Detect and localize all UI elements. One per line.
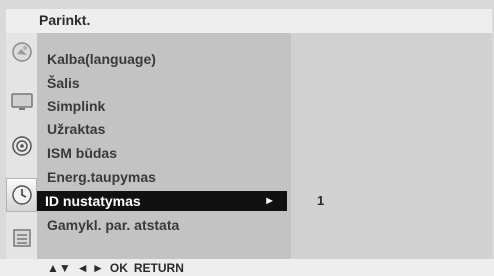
left-right-arrows-icon: ◄ ► <box>76 261 104 275</box>
return-hint: RETURN <box>133 261 184 275</box>
menu-item-lock[interactable]: Užraktas <box>46 119 285 139</box>
title-bar: Parinkt. <box>6 9 492 33</box>
menu-item-power-saving[interactable]: Energ.taupymas <box>46 167 285 187</box>
picture-icon[interactable] <box>8 39 35 65</box>
submenu-arrow-icon: ► <box>264 195 275 207</box>
menu-item-country[interactable]: Šalis <box>46 73 285 93</box>
audio-disc-icon[interactable] <box>8 133 35 159</box>
navigation-hint-bar: ▲▼ ◄ ► OK RETURN <box>0 259 494 276</box>
value-panel: 1 <box>291 33 492 259</box>
menu-item-simplink[interactable]: Simplink <box>46 96 285 116</box>
ok-hint: OK <box>109 261 128 275</box>
menu-item-label: Simplink <box>47 98 106 114</box>
option-menu-list: Kalba(language) Šalis Simplink Užraktas … <box>37 33 291 259</box>
menu-item-language[interactable]: Kalba(language) <box>46 49 285 69</box>
menu-item-label: Užraktas <box>47 121 106 137</box>
menu-title: Parinkt. <box>39 12 91 28</box>
clock-icon[interactable] <box>6 178 37 212</box>
tv-screen-icon[interactable] <box>8 89 35 115</box>
menu-item-label: Kalba(language) <box>47 51 156 67</box>
category-icon-column <box>6 33 37 259</box>
menu-item-label: Šalis <box>47 75 80 91</box>
menu-item-factory-reset[interactable]: Gamykl. par. atstata <box>46 215 285 235</box>
menu-item-label: ID nustatymas <box>45 193 141 209</box>
menu-item-label: ISM būdas <box>47 145 118 161</box>
up-down-arrows-icon: ▲▼ <box>47 261 71 275</box>
menu-item-label: Gamykl. par. atstata <box>47 217 180 233</box>
menu-item-ism-mode[interactable]: ISM būdas <box>46 143 285 163</box>
menu-item-set-id-selected[interactable]: ID nustatymas ► <box>37 191 287 211</box>
option-settings-icon[interactable] <box>8 225 35 251</box>
set-id-value: 1 <box>317 193 325 208</box>
osd-menu-frame: Parinkt. Kalba(language) Šalis Simplink … <box>0 0 494 276</box>
menu-item-label: Energ.taupymas <box>47 169 156 185</box>
